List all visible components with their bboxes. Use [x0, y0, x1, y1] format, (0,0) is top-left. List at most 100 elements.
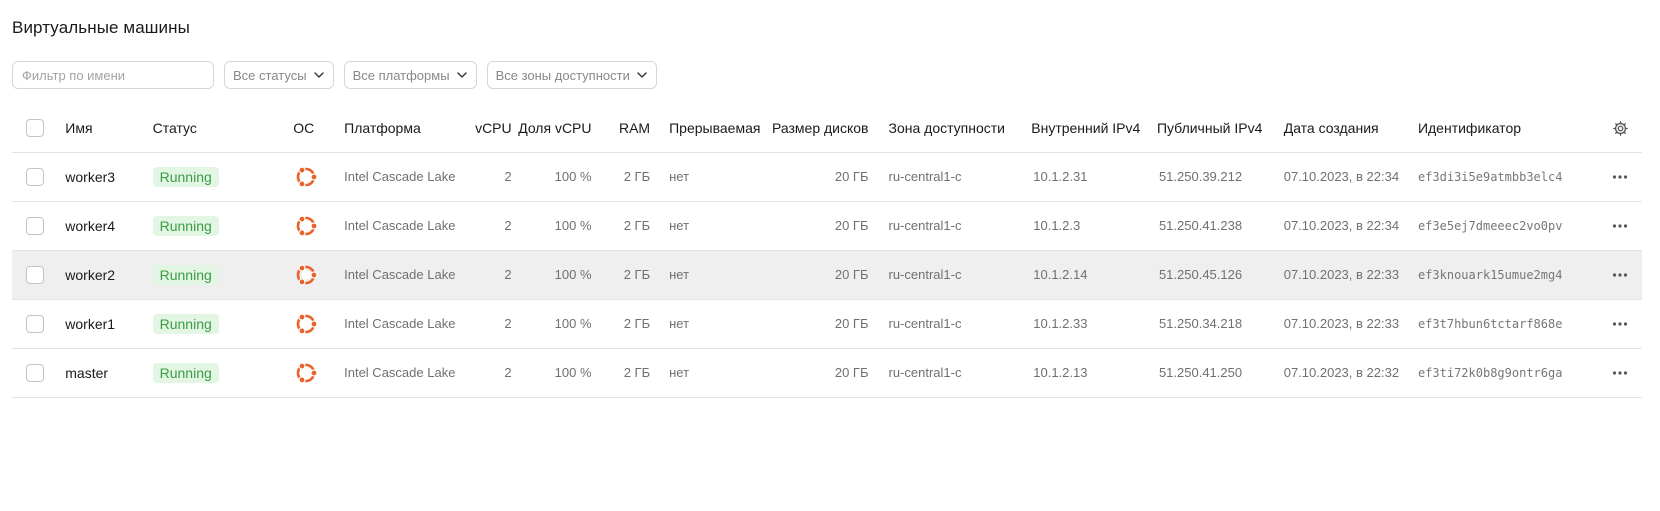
gear-icon[interactable]: [1598, 120, 1642, 137]
table-row[interactable]: worker3 Running Intel Cascade Lake 2 100…: [12, 152, 1642, 202]
col-header-public-ip[interactable]: Публичный IPv4: [1136, 105, 1264, 153]
status-filter-select[interactable]: Все статусы: [224, 61, 334, 89]
status-badge: Running: [152, 166, 219, 187]
col-header-internal-ip[interactable]: Внутренний IPv4: [1011, 105, 1140, 153]
internal-ip-cell: 10.1.2.33: [1011, 299, 1137, 349]
public-ip-cell: 51.250.39.212: [1136, 152, 1264, 202]
ubuntu-icon: [293, 360, 340, 386]
row-checkbox[interactable]: [26, 265, 44, 284]
platform-filter-select[interactable]: Все платформы: [343, 61, 477, 89]
table-row[interactable]: worker1 Running Intel Cascade Lake 2 100…: [12, 299, 1642, 349]
vm-name[interactable]: worker4: [65, 201, 153, 251]
filter-bar: Все статусы Все платформы Все зоны досту…: [12, 61, 657, 89]
status-badge: Running: [152, 215, 219, 236]
platform-cell: Intel Cascade Lake: [340, 201, 461, 251]
status-cell: Running: [152, 201, 294, 251]
vcpu-share-cell: 100 %: [511, 299, 592, 349]
internal-ip-cell: 10.1.2.3: [1011, 201, 1137, 251]
select-all-checkbox[interactable]: [26, 119, 44, 138]
col-header-ram[interactable]: RAM: [591, 105, 651, 153]
vcpu-share-cell: 100 %: [511, 348, 592, 398]
status-cell: Running: [152, 299, 294, 349]
vcpu-share-cell: 100 %: [511, 201, 592, 251]
row-checkbox[interactable]: [26, 363, 44, 382]
vm-name[interactable]: worker1: [65, 299, 153, 349]
status-badge: Running: [152, 313, 219, 334]
vm-name[interactable]: worker2: [65, 250, 153, 300]
page-title: Виртуальные машины: [12, 18, 190, 37]
row-checkbox[interactable]: [26, 314, 44, 333]
disk-size-cell: 20 ГБ: [757, 201, 869, 251]
row-checkbox[interactable]: [26, 216, 44, 235]
chevron-down-icon: [456, 72, 467, 78]
vm-name[interactable]: worker3: [65, 152, 153, 202]
disk-size-cell: 20 ГБ: [757, 152, 869, 202]
row-actions-cell: [1598, 299, 1642, 349]
row-select-cell: [12, 348, 66, 398]
status-badge: Running: [152, 264, 219, 285]
preemptible-cell: нет: [650, 152, 758, 202]
created-cell: 07.10.2023, в 22:34: [1263, 201, 1399, 251]
col-header-zone[interactable]: Зона доступности: [868, 105, 1012, 153]
zone-cell: ru-central1-c: [868, 152, 1012, 202]
platform-cell: Intel Cascade Lake: [340, 299, 461, 349]
public-ip-cell: 51.250.34.218: [1136, 299, 1264, 349]
more-actions-icon[interactable]: [1598, 370, 1642, 376]
status-badge: Running: [152, 362, 219, 383]
col-header-vcpu[interactable]: vCPU: [460, 105, 512, 153]
more-actions-icon[interactable]: [1598, 272, 1642, 278]
zone-filter-select[interactable]: Все зоны доступности: [486, 61, 657, 89]
col-header-id[interactable]: Идентификатор: [1397, 105, 1599, 153]
select-all-cell: [12, 105, 66, 153]
internal-ip-cell: 10.1.2.31: [1011, 152, 1137, 202]
zone-cell: ru-central1-c: [868, 250, 1012, 300]
os-cell: [293, 152, 341, 202]
os-cell: [293, 348, 341, 398]
col-header-vcpu-share[interactable]: Доля vCPU: [511, 105, 592, 153]
col-header-name[interactable]: Имя: [65, 105, 153, 153]
created-cell: 07.10.2023, в 22:32: [1263, 348, 1399, 398]
vcpu-cell: 2: [460, 152, 512, 202]
platform-cell: Intel Cascade Lake: [340, 250, 461, 300]
ram-cell: 2 ГБ: [591, 299, 651, 349]
col-header-os[interactable]: ОС: [293, 105, 341, 153]
status-cell: Running: [152, 250, 294, 300]
col-header-platform[interactable]: Платформа: [340, 105, 461, 153]
disk-size-cell: 20 ГБ: [757, 348, 869, 398]
table-header-row: Имя Статус ОС Платформа vCPU Доля vCPU R…: [12, 105, 1642, 153]
vm-table: Имя Статус ОС Платформа vCPU Доля vCPU R…: [12, 105, 1642, 398]
table-row[interactable]: worker4 Running Intel Cascade Lake 2 100…: [12, 201, 1642, 251]
col-header-preemptible[interactable]: Прерываемая: [650, 105, 760, 153]
more-actions-icon[interactable]: [1598, 174, 1642, 180]
zone-cell: ru-central1-c: [868, 348, 1012, 398]
settings-cell: [1598, 105, 1642, 153]
table-row[interactable]: worker2 Running Intel Cascade Lake 2 100…: [12, 250, 1642, 300]
vcpu-cell: 2: [460, 250, 512, 300]
row-select-cell: [12, 201, 66, 251]
table-row[interactable]: master Running Intel Cascade Lake 2 100 …: [12, 348, 1642, 398]
zone-cell: ru-central1-c: [868, 299, 1012, 349]
disk-size-cell: 20 ГБ: [757, 299, 869, 349]
col-header-status[interactable]: Статус: [152, 105, 294, 153]
vcpu-cell: 2: [460, 299, 512, 349]
created-cell: 07.10.2023, в 22:33: [1263, 299, 1399, 349]
row-select-cell: [12, 250, 66, 300]
preemptible-cell: нет: [650, 299, 758, 349]
status-filter-label: Все статусы: [233, 67, 307, 83]
public-ip-cell: 51.250.41.238: [1136, 201, 1264, 251]
row-checkbox[interactable]: [26, 167, 44, 186]
platform-filter-label: Все платформы: [352, 67, 450, 83]
id-cell: ef3e5ej7dmeeec2vo0pv: [1397, 201, 1599, 251]
more-actions-icon[interactable]: [1598, 321, 1642, 327]
row-actions-cell: [1598, 348, 1642, 398]
name-filter-input[interactable]: [12, 61, 214, 89]
vcpu-share-cell: 100 %: [511, 152, 592, 202]
row-actions-cell: [1598, 152, 1642, 202]
col-header-created[interactable]: Дата создания: [1263, 105, 1398, 153]
col-header-disk-size[interactable]: Размер дисков: [757, 105, 869, 153]
row-select-cell: [12, 152, 66, 202]
disk-size-cell: 20 ГБ: [757, 250, 869, 300]
id-cell: ef3di3i5e9atmbb3elc4: [1397, 152, 1599, 202]
vm-name[interactable]: master: [65, 348, 153, 398]
more-actions-icon[interactable]: [1598, 223, 1642, 229]
